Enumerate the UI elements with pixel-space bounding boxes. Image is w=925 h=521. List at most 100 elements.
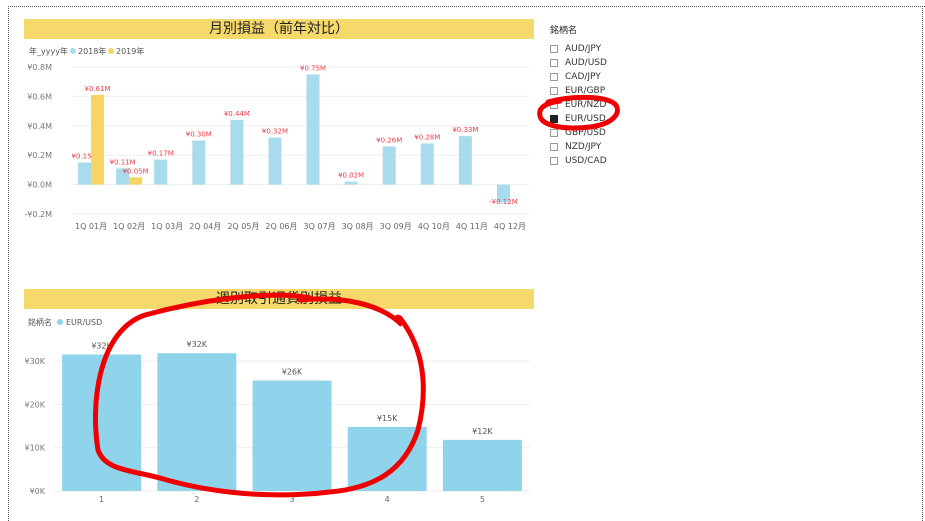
slicer-item[interactable]: GBP/USD [550,126,670,140]
chart1-legend-marker [108,48,114,54]
chart1-bar [230,119,244,185]
chart1-data-label: ¥0.17M [148,150,174,158]
chart1-bar [382,146,396,185]
chart2-bar [157,353,237,491]
chart1-data-label: ¥0.61M [84,85,110,93]
slicer-item-label: NZD/JPY [565,142,602,152]
checkbox[interactable] [550,129,558,137]
slicer-item[interactable]: CAD/JPY [550,70,670,84]
chart1-bar [268,137,282,185]
chart1-xtick-label: 3Q 09月 [380,222,412,231]
chart1-xtick-label: 2Q 06月 [265,222,297,231]
checkbox[interactable] [550,45,558,53]
chart1-bar [154,159,168,185]
chart1-ytick-label: ¥0.0M [27,181,52,190]
chart1-bar [306,74,320,185]
chart1-data-label: ¥0.44M [224,110,250,118]
chart2-data-label: ¥15K [377,414,398,423]
slicer-item[interactable]: USD/CAD [550,154,670,168]
chart1-legend-label: 2019年 [116,46,144,56]
chart1-data-label: ¥0.33M [452,126,478,134]
chart1-bar [91,94,105,185]
weekly-chart-title: 週別取引通貨別損益 [24,289,534,309]
checkbox[interactable] [550,157,558,165]
checkbox[interactable] [550,101,558,109]
chart2-legend-title: 銘柄名 [28,317,52,327]
checkbox[interactable] [550,115,558,123]
chart2-xtick-label: 5 [480,495,485,504]
weekly-currency-chart[interactable]: 銘柄名 EUR/USD ¥0K ¥10K ¥20K ¥30K ¥32K 1 ¥32K 2 ¥26K 3… [24,310,536,510]
chart1-bar [78,162,92,185]
chart1-legend-label: 2018年 [78,46,106,56]
chart1-ytick-label: -¥0.2M [24,210,52,219]
chart1-data-label: ¥0.30M [186,131,212,139]
chart2-ytick-label: ¥30K [24,357,45,366]
chart1-xtick-label: 2Q 04月 [189,222,221,231]
checkbox[interactable] [550,87,558,95]
chart1-bar [344,181,358,185]
chart1-data-label: ¥0.32M [262,128,288,136]
chart1-data-label: ¥0.11M [110,158,136,166]
slicer-item-label: EUR/GBP [565,86,606,96]
chart1-xtick-label: 1Q 02月 [113,222,145,231]
chart2-xtick-label: 4 [385,495,390,504]
slicer-item-label: AUD/USD [565,58,607,68]
slicer-item[interactable]: AUD/JPY [550,42,670,56]
chart1-xtick-label: 4Q 11月 [456,222,488,231]
chart2-bar [252,380,332,491]
chart1-bar [458,136,472,185]
chart1-legend-title: 年_yyyy年 [29,46,68,56]
chart1-data-label: ¥0.28M [414,133,440,141]
chart2-ytick-label: ¥10K [24,444,45,453]
monthly-profit-chart[interactable]: 年_yyyy年 2018年 2019年 -¥0.2M ¥0.0M ¥0.2M ¥0.4M ¥0… [24,40,536,240]
chart2-legend-label: EUR/USD [66,318,102,327]
slicer-item-label: CAD/JPY [565,72,601,82]
checkbox[interactable] [550,73,558,81]
chart1-bar [420,143,434,185]
canvas-border-left [8,6,9,521]
chart1-xtick-label: 3Q 07月 [303,222,335,231]
slicer-list: AUD/JPY AUD/USD CAD/JPY EUR/GBP EUR/NZD EUR/U… [550,42,670,168]
slicer-item-label: AUD/JPY [565,44,602,54]
chart2-xtick-label: 1 [99,495,104,504]
chart2-xtick-label: 3 [289,495,294,504]
chart1-data-label: ¥0.75M [300,64,326,72]
chart1-data-label: ¥0.02M [338,172,364,180]
chart1-xtick-label: 2Q 05月 [227,222,259,231]
chart2-legend-marker [57,319,63,325]
chart2-data-label: ¥12K [472,427,493,436]
slicer-item[interactable]: NZD/JPY [550,140,670,154]
chart1-data-label: ¥0.26M [376,136,402,144]
chart2-data-label: ¥26K [282,368,303,377]
chart1-ytick-label: ¥0.8M [27,63,52,72]
checkbox[interactable] [550,143,558,151]
chart1-xtick-label: 3Q 08月 [342,222,374,231]
slicer-title: 銘柄名 [550,26,578,36]
chart2-data-label: ¥32K [91,342,112,351]
canvas-border-top [8,6,925,7]
slicer-item[interactable]: EUR/USD [550,112,670,126]
slicer-item[interactable]: EUR/NZD [550,98,670,112]
chart1-data-label: ¥0.05M [123,167,149,175]
chart2-ytick-label: ¥20K [24,400,45,409]
chart2-xtick-label: 2 [194,495,199,504]
slicer-item[interactable]: EUR/GBP [550,84,670,98]
report-canvas: 月別損益（前年対比） 年_yyyy年 2018年 2019年 -¥0.2M ¥0.0M ¥… [0,0,925,521]
chart1-data-label: -¥0.12M [489,198,518,206]
slicer-item-label: EUR/USD [565,114,606,124]
chart1-xtick-label: 1Q 01月 [75,222,107,231]
chart2-bar [62,354,142,491]
currency-slicer: 銘柄名 AUD/JPY AUD/USD CAD/JPY EUR/GBP EUR/NZD E… [550,23,670,168]
checkbox[interactable] [550,59,558,67]
chart1-ytick-label: ¥0.6M [27,92,52,101]
chart2-bar [442,439,522,491]
slicer-item-label: USD/CAD [565,156,607,166]
chart1-bar [129,177,143,185]
chart1-legend-marker [70,48,76,54]
chart2-bar [347,426,427,491]
slicer-item[interactable]: AUD/USD [550,56,670,70]
canvas-border-right [922,6,923,521]
slicer-item-label: EUR/NZD [565,100,607,110]
chart1-ytick-label: ¥0.2M [27,151,52,160]
chart2-data-label: ¥32K [187,340,208,349]
